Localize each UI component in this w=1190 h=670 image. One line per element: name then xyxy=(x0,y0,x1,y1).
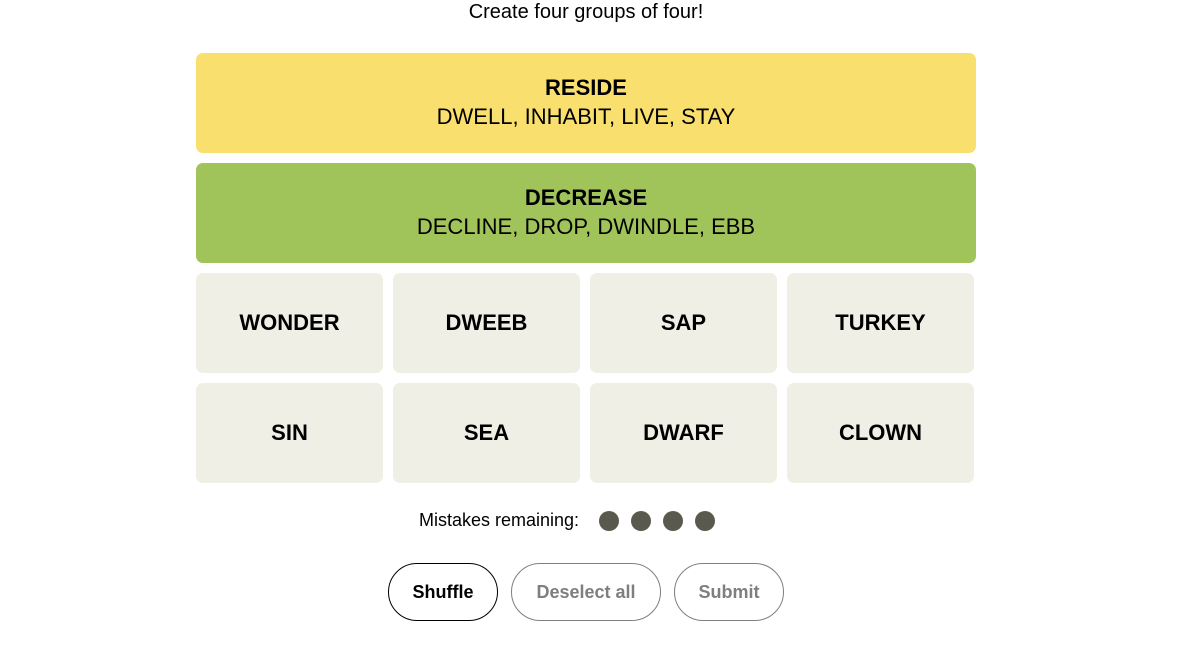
solved-group-yellow: RESIDE DWELL, INHABIT, LIVE, STAY xyxy=(196,53,976,153)
mistake-dot-icon xyxy=(695,510,716,531)
group-words: DWELL, INHABIT, LIVE, STAY xyxy=(436,104,736,129)
mistake-dot-icon xyxy=(631,510,652,531)
mistake-dot-icon xyxy=(663,510,684,531)
shuffle-button[interactable]: Shuffle xyxy=(388,563,498,621)
word-tile[interactable]: CLOWN xyxy=(787,383,974,483)
mistake-dot-icon xyxy=(599,510,620,531)
group-category: RESIDE xyxy=(545,75,627,100)
mistakes-label: Mistakes remaining: xyxy=(418,510,580,530)
submit-button[interactable]: Submit xyxy=(674,563,784,621)
game-board: RESIDE DWELL, INHABIT, LIVE, STAY DECREA… xyxy=(196,53,976,483)
solved-group-green: DECREASE DECLINE, DROP, DWINDLE, EBB xyxy=(196,163,976,263)
group-words: DECLINE, DROP, DWINDLE, EBB xyxy=(416,214,756,239)
word-tile[interactable]: WONDER xyxy=(196,273,383,373)
tile-grid: WONDER DWEEB SAP TURKEY SIN SEA DWARF CL… xyxy=(196,273,976,483)
subtitle: Create four groups of four! xyxy=(468,1,704,23)
word-tile[interactable]: TURKEY xyxy=(787,273,974,373)
word-tile[interactable]: SEA xyxy=(393,383,580,483)
word-tile[interactable]: DWEEB xyxy=(393,273,580,373)
word-tile[interactable]: SAP xyxy=(590,273,777,373)
deselect-all-button[interactable]: Deselect all xyxy=(511,563,661,621)
group-category: DECREASE xyxy=(524,185,648,210)
controls: Shuffle Deselect all Submit xyxy=(388,563,784,621)
mistakes-remaining: Mistakes remaining: xyxy=(0,510,1190,531)
word-tile[interactable]: SIN xyxy=(196,383,383,483)
word-tile[interactable]: DWARF xyxy=(590,383,777,483)
